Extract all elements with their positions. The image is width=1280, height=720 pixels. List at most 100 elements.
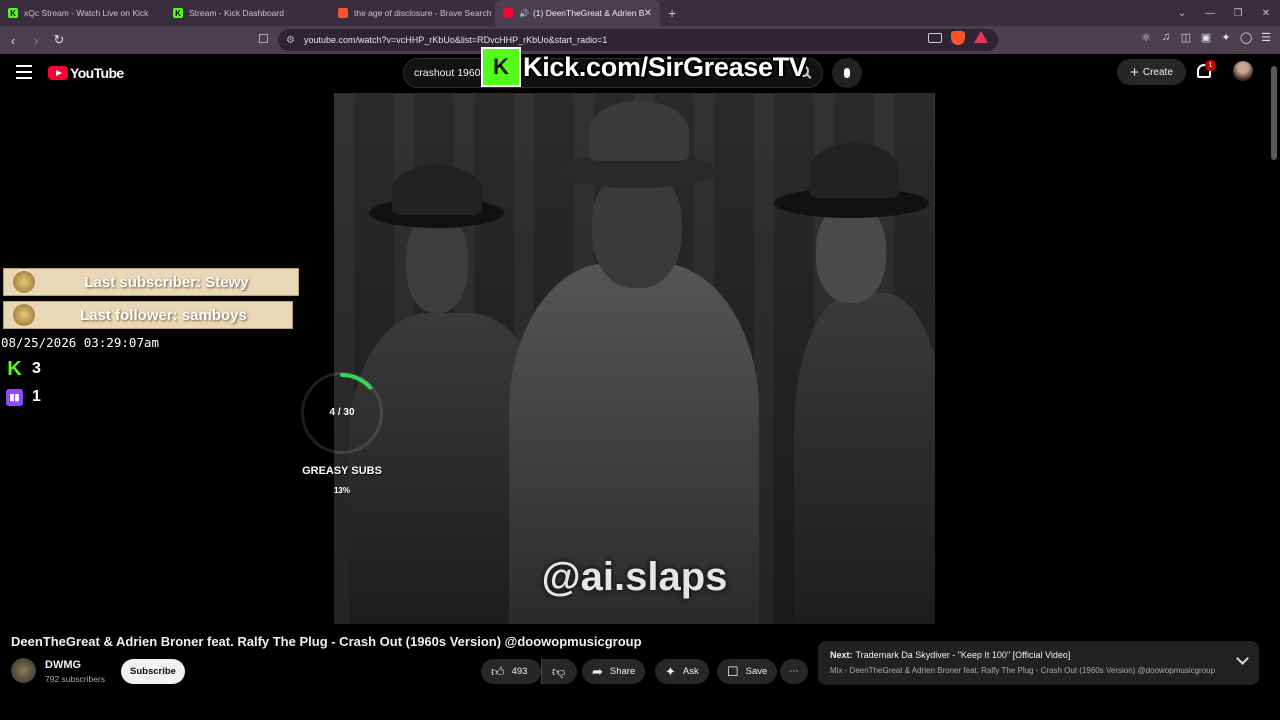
sparkle-icon: ✦ (665, 663, 676, 679)
mix-title: Mix - DeenTheGreat & Adrien Broner feat.… (830, 666, 1216, 675)
reload-button[interactable]: ↻ (49, 32, 69, 48)
menu-icon[interactable]: ☰ (1260, 31, 1272, 45)
browser-tab[interactable]: the age of disclosure - Brave Search (330, 0, 495, 26)
wallet-icon[interactable]: ▣ (1200, 31, 1212, 45)
bookmark-icon[interactable]: ☐ (258, 32, 269, 46)
more-actions-button[interactable]: ⋯ (780, 659, 808, 684)
twitch-icon: ▮▮ (6, 388, 23, 406)
ask-label: Ask (682, 666, 699, 677)
plus-icon: + (1130, 63, 1139, 81)
tab-title: the age of disclosure - Brave Search (354, 8, 492, 18)
stream-timestamp: 08/25/2026 03:29:07am (1, 335, 160, 350)
medal-icon (13, 271, 35, 293)
bookmark-save-icon: ☐ (727, 663, 739, 679)
url-text: youtube.com/watch?v=vcHHP_rKbUo&list=RDv… (304, 35, 608, 45)
tab-title: xQc Stream - Watch Live on Kick (24, 8, 149, 18)
ask-button[interactable]: ✦ Ask (655, 659, 709, 684)
subscribe-button[interactable]: Subscribe (121, 659, 185, 684)
brave-icon (338, 8, 348, 18)
extensions-toolbar: ⚛ ♫ ◫ ▣ ✦ ◯ ☰ (1140, 31, 1272, 45)
browser-tab[interactable]: K xQc Stream - Watch Live on Kick (0, 0, 165, 26)
cast-icon[interactable] (928, 33, 942, 43)
kick-viewer-count: K 3 (6, 357, 41, 380)
sub-goal-label: GREASY SUBS (302, 465, 382, 477)
next-video-card[interactable]: Next: Trademark Da Skydiver - "Keep It 10… (818, 641, 1259, 685)
chevron-down-icon[interactable] (1236, 652, 1249, 665)
video-player[interactable]: @ai.slaps (334, 93, 935, 624)
share-label: Share (609, 666, 636, 677)
account-avatar[interactable] (1233, 61, 1253, 81)
youtube-play-icon (48, 66, 68, 80)
kick-icon: K (173, 8, 183, 18)
save-label: Save (745, 666, 768, 677)
last-subscriber-banner: Last subscriber: Stewy (3, 268, 299, 296)
kick-url-overlay: K Kick.com/SirGreaseTV (481, 47, 807, 87)
forward-button[interactable]: › (26, 33, 46, 48)
share-button[interactable]: ➦ Share (582, 659, 646, 684)
save-button[interactable]: ☐ Save (717, 659, 778, 684)
medal-icon (13, 304, 35, 326)
browser-tab-active[interactable]: 🔊 (1) DeenTheGreat & Adrien B ✕ (495, 0, 660, 26)
next-prefix: Next: (830, 650, 853, 660)
brave-shields-icon[interactable] (951, 31, 965, 45)
leo-icon[interactable]: ✦ (1220, 31, 1232, 45)
tab-search-icon[interactable]: ⌄ (1168, 8, 1196, 19)
share-icon: ➦ (592, 663, 603, 679)
microphone-icon (844, 68, 850, 78)
last-follower-text: Last follower: samboys (80, 306, 247, 324)
last-subscriber-text: Last subscriber: Stewy (84, 273, 249, 291)
like-button[interactable]: 👍︎ 493 (481, 659, 541, 684)
video-title: DeenTheGreat & Adrien Broner feat. Ralfy… (11, 634, 642, 649)
page-scrollbar[interactable] (1271, 66, 1277, 160)
brave-rewards-icon[interactable] (974, 31, 988, 43)
channel-subscriber-count: 792 subscribers (45, 674, 106, 684)
url-actions (928, 31, 988, 45)
youtube-logo[interactable]: YouTube (48, 65, 124, 81)
kick-icon: K (8, 8, 18, 18)
next-video-line: Next: Trademark Da Skydiver - "Keep It 10… (830, 650, 1070, 660)
thumbs-down-icon: 👎︎ (552, 663, 566, 679)
video-figure-center (509, 93, 759, 624)
youtube-icon (503, 8, 513, 18)
create-button[interactable]: + Create (1117, 59, 1186, 85)
kick-url-text: Kick.com/SirGreaseTV (523, 51, 807, 82)
vpn-icon[interactable]: ◯ (1240, 31, 1252, 45)
extensions-icon[interactable]: ⚛ (1140, 31, 1152, 45)
minimize-button[interactable]: — (1196, 8, 1224, 19)
kick-logo-icon: K (481, 47, 521, 87)
voice-search-button[interactable] (832, 58, 862, 88)
search-query: crashout 1960 (414, 67, 481, 79)
kick-icon: K (7, 357, 22, 380)
sub-goal-percent: 13% (333, 486, 350, 495)
create-label: Create (1142, 66, 1173, 78)
site-info-icon[interactable]: ⚙ (286, 35, 295, 46)
music-icon[interactable]: ♫ (1160, 31, 1172, 45)
twitch-viewer-count: ▮▮ 1 (6, 388, 41, 406)
new-tab-button[interactable]: + (668, 5, 676, 21)
like-count: 493 (511, 666, 528, 677)
hamburger-menu-icon[interactable] (16, 65, 32, 79)
next-video-title: Trademark Da Skydiver - "Keep It 100" [O… (855, 650, 1071, 660)
last-follower-banner: Last follower: samboys (3, 301, 293, 329)
close-window-button[interactable]: ✕ (1252, 8, 1280, 19)
window-controls: ⌄ — ❐ ✕ (1168, 0, 1280, 26)
kick-count: 3 (32, 360, 41, 377)
tab-title: (1) DeenTheGreat & Adrien B (532, 8, 645, 18)
channel-avatar[interactable] (11, 658, 36, 683)
browser-tab-strip: K xQc Stream - Watch Live on Kick K Stre… (0, 0, 1280, 26)
tab-title: Stream - Kick Dashboard (189, 8, 284, 18)
close-tab-icon[interactable]: ✕ (644, 8, 652, 19)
sub-goal-progress-text: 4 / 30 (329, 407, 355, 418)
video-watermark: @ai.slaps (541, 555, 728, 599)
notification-badge: 1 (1205, 60, 1216, 71)
sidebar-icon[interactable]: ◫ (1180, 31, 1192, 45)
video-figure-right (774, 93, 935, 624)
restore-button[interactable]: ❐ (1224, 8, 1252, 19)
browser-tab[interactable]: K Stream - Kick Dashboard (165, 0, 330, 26)
dislike-button[interactable]: 👎︎ (541, 659, 577, 684)
more-icon: ⋯ (789, 666, 799, 677)
speaker-icon: 🔊 (519, 8, 529, 18)
back-button[interactable]: ‹ (3, 33, 23, 48)
channel-name[interactable]: DWMG (45, 659, 81, 671)
twitch-count: 1 (32, 388, 41, 405)
